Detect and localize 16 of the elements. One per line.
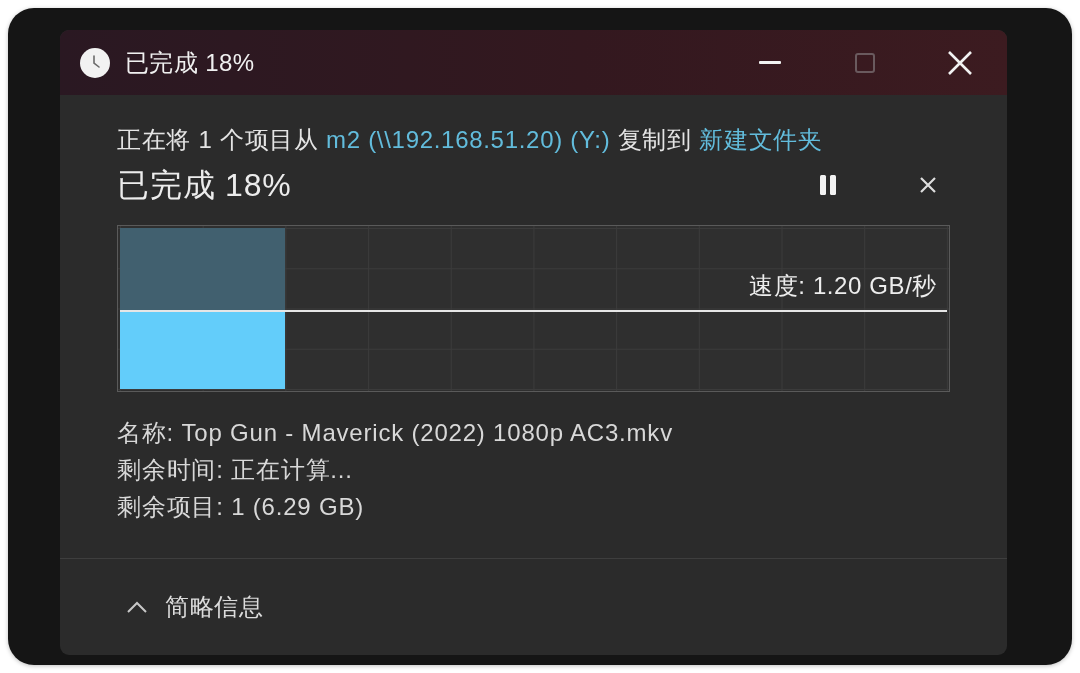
location-link[interactable]: m2 (\\192.168.51.20) (Y:) — [326, 126, 611, 153]
window-title: 已完成 18% — [125, 47, 255, 78]
copy-description: 正在将 1 个项目从 m2 (\\192.168.51.20) (Y:) 复制到 新建文件夹 — [117, 127, 824, 153]
detail-text: 名称: Top Gun - Maverick (2022) 1080p AC3.mkv — [117, 418, 674, 448]
detail-text: 剩余时间: 正在计算... — [117, 455, 354, 485]
location-link[interactable]: 新建文件夹 — [699, 126, 823, 153]
status-text: 已完成 18% — [117, 167, 292, 203]
close-icon — [920, 177, 936, 193]
clock-icon — [80, 47, 110, 78]
speed-label: 速度: 1.20 GB/秒 — [749, 272, 937, 301]
minimize-icon — [758, 61, 781, 64]
detail-text: 剩余项目: 1 (6.29 GB) — [117, 492, 365, 522]
close-icon — [947, 50, 972, 75]
details-toggle[interactable]: 简略信息 — [117, 585, 274, 629]
maximize-icon — [854, 52, 875, 73]
pause-icon — [820, 175, 836, 195]
